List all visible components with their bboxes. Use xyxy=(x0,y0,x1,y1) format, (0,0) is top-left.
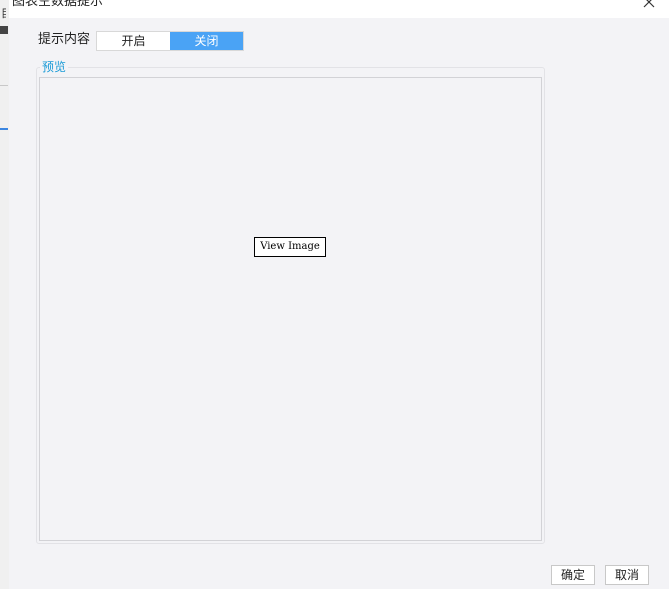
cancel-button[interactable]: 取消 xyxy=(605,565,649,585)
dialog-titlebar: 图表空数据提示 xyxy=(9,0,669,18)
background-app-text: 目 xyxy=(1,7,6,21)
background-app-icon xyxy=(0,26,8,34)
view-image-button[interactable]: View Image xyxy=(254,237,326,257)
empty-data-prompt-dialog: 图表空数据提示 提示内容 开启 关闭 预览 View Image 确定 取消 xyxy=(9,0,669,589)
preview-group: 预览 View Image xyxy=(36,60,545,544)
screen: 目 图表空数据提示 提示内容 开启 关闭 预览 View Image xyxy=(0,0,669,589)
ok-button[interactable]: 确定 xyxy=(551,565,595,585)
preview-legend: 预览 xyxy=(40,60,69,74)
close-icon[interactable] xyxy=(641,0,657,10)
background-app-highlight xyxy=(0,128,8,130)
toggle-option-off[interactable]: 关闭 xyxy=(170,32,243,50)
background-app-divider xyxy=(0,85,8,86)
prompt-content-label: 提示内容 xyxy=(38,32,91,47)
preview-area: View Image xyxy=(39,77,542,541)
toggle-option-on[interactable]: 开启 xyxy=(97,32,170,50)
prompt-content-toggle: 开启 关闭 xyxy=(96,31,244,51)
dialog-title: 图表空数据提示 xyxy=(12,0,104,9)
